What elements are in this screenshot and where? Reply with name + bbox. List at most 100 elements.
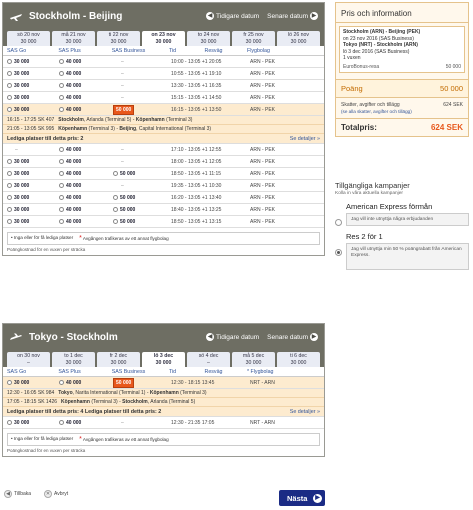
fare-radio[interactable]	[113, 194, 118, 200]
date-tab[interactable]: on 23 nov 30 000	[142, 31, 185, 46]
date-tab[interactable]: ti 22 nov 30 000	[97, 31, 140, 46]
fare-cell[interactable]: 50 000	[113, 195, 171, 201]
fare-radio[interactable]	[7, 82, 12, 88]
chevron-right-icon: ▶	[310, 12, 318, 20]
taxes-link[interactable]: (se alla skatter, avgifter och tillägg)	[336, 109, 468, 118]
fare-radio[interactable]	[59, 182, 64, 188]
fare-cell[interactable]: 30 000	[7, 159, 59, 165]
column-header: Tid	[168, 368, 177, 375]
campaign-amex-radio[interactable]	[335, 219, 342, 226]
fare-radio[interactable]	[7, 106, 12, 112]
fare-cell[interactable]: 40 000	[59, 107, 113, 113]
cancel-button[interactable]: ✕ Avbryt	[44, 490, 68, 498]
fare-cell[interactable]: 30 000	[7, 380, 59, 386]
fare-cell[interactable]: 40 000	[59, 71, 113, 77]
fare-radio[interactable]	[7, 158, 12, 164]
fare-cell[interactable]: 30 000	[7, 183, 59, 189]
fare-cell[interactable]: 40 000	[59, 95, 113, 101]
fare-radio[interactable]	[7, 194, 12, 200]
fare-cell[interactable]: 40 000	[59, 171, 113, 177]
next-button[interactable]: Nästa ▶	[279, 490, 325, 506]
fare-cell[interactable]: 30 000	[7, 83, 59, 89]
fare-cell[interactable]: 30 000	[7, 171, 59, 177]
fare-radio[interactable]	[7, 70, 12, 76]
campaigns-subheading: Kolla in våra aktuella kampanjer	[335, 191, 403, 196]
fare-cell[interactable]: 30 000	[7, 219, 59, 225]
fare-cell[interactable]: 50 000	[113, 171, 171, 177]
date-tab[interactable]: lö 3 dec 30 000	[142, 352, 185, 367]
date-tab[interactable]: sö 20 nov 30 000	[7, 31, 50, 46]
fare-radio[interactable]	[59, 218, 64, 224]
date-tab[interactable]: fr 25 nov 30 000	[232, 31, 275, 46]
fare-cell[interactable]: 50 000	[113, 104, 171, 115]
fare-cell[interactable]: 50 000	[113, 219, 171, 225]
date-tab[interactable]: fr 2 dec 30 000	[97, 352, 140, 367]
campaign-2for1-radio[interactable]	[335, 249, 342, 256]
fare-cell[interactable]: 40 000	[59, 159, 113, 165]
fare-radio[interactable]	[7, 182, 12, 188]
fare-radio[interactable]	[113, 170, 118, 176]
fare-cell[interactable]: 40 000	[59, 207, 113, 213]
fare-radio[interactable]	[59, 170, 64, 176]
date-tab[interactable]: må 5 dec 30 000	[232, 352, 275, 367]
fare-cell[interactable]: 30 000	[7, 95, 59, 101]
total-price: Totalpris: 624 SEK	[336, 118, 468, 136]
outbound-prev-dates-button[interactable]: ◀ Tidigare datum	[206, 12, 259, 20]
fare-radio[interactable]	[7, 170, 12, 176]
date-tab[interactable]: on 30 nov –	[7, 352, 50, 367]
fare-radio[interactable]	[59, 58, 64, 64]
fare-radio[interactable]	[59, 106, 64, 112]
inbound-footnote: Poängkostnad för en vuxen per sträcka	[7, 448, 86, 453]
inbound-prev-dates-button[interactable]: ◀ Tidigare datum	[206, 333, 259, 341]
fare-cell[interactable]: 40 000	[59, 183, 113, 189]
fare-radio[interactable]	[59, 194, 64, 200]
flight-row: 30 000 40 000 – 18:00 - 13:05 +1 12:05 ARN -…	[3, 156, 324, 168]
date-tab[interactable]: to 1 dec 30 000	[52, 352, 95, 367]
fare-cell[interactable]: 50 000	[113, 207, 171, 213]
fare-radio[interactable]	[59, 206, 64, 212]
fare-cell[interactable]: 30 000	[7, 420, 59, 426]
fare-cell[interactable]: 30 000	[7, 59, 59, 65]
outbound-flight-list: 30 000 40 000–10:00 - 13:05 +1 20:05 ARN -…	[3, 56, 324, 228]
fare-cell[interactable]: 40 000	[59, 380, 113, 386]
fare-radio[interactable]	[113, 206, 118, 212]
fare-cell[interactable]: 40 000	[59, 420, 113, 426]
fare-cell[interactable]: 40 000	[59, 83, 113, 89]
fare-cell[interactable]: 40 000	[59, 219, 113, 225]
fare-cell[interactable]: 30 000	[7, 107, 59, 113]
fare-radio[interactable]	[59, 70, 64, 76]
fare-radio[interactable]	[7, 218, 12, 224]
fare-radio[interactable]	[7, 206, 12, 212]
details-link[interactable]: Se detaljer »	[290, 409, 320, 415]
fare-cell[interactable]: 40 000	[59, 59, 113, 65]
fare-cell[interactable]: 30 000	[7, 207, 59, 213]
date-tab[interactable]: sö 4 dec –	[187, 352, 230, 367]
fare-radio[interactable]	[59, 94, 64, 100]
fare-radio[interactable]	[7, 379, 12, 385]
flight-route: ARN - PEK	[250, 146, 276, 153]
date-tab[interactable]: lö 26 nov 30 000	[277, 31, 320, 46]
fare-radio[interactable]	[7, 58, 12, 64]
fare-radio[interactable]	[113, 218, 118, 224]
back-button[interactable]: ◀ Tillbaka	[4, 490, 31, 498]
outbound-next-dates-button[interactable]: Senare datum ▶	[267, 12, 318, 20]
date-tab[interactable]: ti 6 dec 30 000	[277, 352, 320, 367]
fare-radio[interactable]	[59, 379, 64, 385]
fare-cell[interactable]: 40 000	[59, 147, 113, 153]
fare-radio[interactable]	[7, 419, 12, 425]
fare-radio[interactable]	[7, 94, 12, 100]
fare-radio[interactable]	[59, 82, 64, 88]
fare-cell[interactable]: 40 000	[59, 195, 113, 201]
fare-radio[interactable]	[59, 419, 64, 425]
fare-cell[interactable]: 30 000	[7, 195, 59, 201]
date-tab[interactable]: to 24 nov 30 000	[187, 31, 230, 46]
details-link[interactable]: Se detaljer »	[290, 136, 320, 142]
chevron-left-icon: ◀	[206, 12, 215, 20]
flight-row: 30 000 40 000 – 19:35 - 13:05 +1 10:30 ARN -…	[3, 180, 324, 192]
fare-radio[interactable]	[59, 158, 64, 164]
date-tab[interactable]: må 21 nov 30 000	[52, 31, 95, 46]
inbound-next-dates-button[interactable]: Senare datum ▶	[267, 333, 318, 341]
fare-cell[interactable]: 30 000	[7, 71, 59, 77]
fare-cell[interactable]: 50 000	[113, 377, 171, 388]
fare-radio[interactable]	[59, 146, 64, 152]
